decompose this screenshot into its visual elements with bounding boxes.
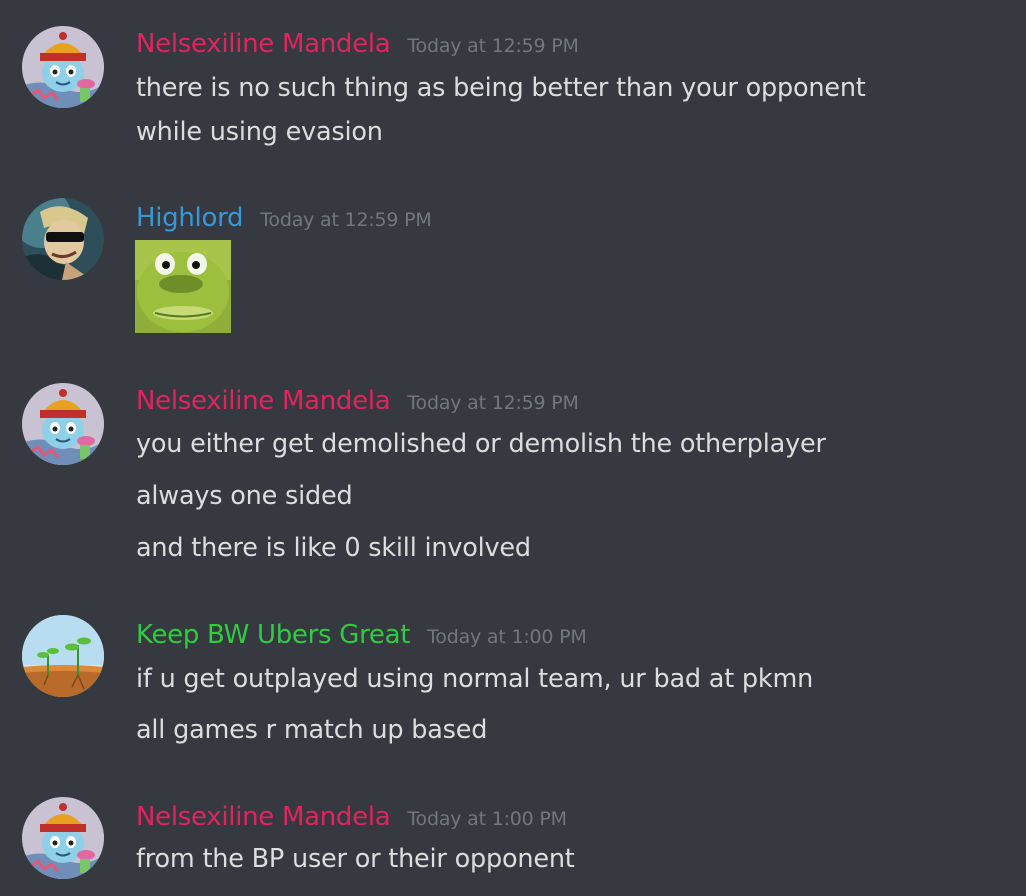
green-face-emoji-image[interactable] (135, 240, 231, 333)
message-text: you either get demolished or demolish th… (136, 429, 826, 459)
message-text: all games r match up based (136, 715, 488, 745)
username[interactable]: Keep BW Ubers Great (136, 617, 410, 653)
nelsexiline-avatar-icon[interactable] (22, 797, 104, 879)
timestamp: Today at 1:00 PM (407, 808, 567, 830)
message-header: Nelsexiline Mandela Today at 12:59 PM (136, 26, 579, 62)
timestamp: Today at 12:59 PM (407, 35, 579, 57)
timestamp: Today at 1:00 PM (427, 626, 587, 648)
timestamp: Today at 12:59 PM (260, 209, 432, 231)
nelsexiline-avatar-icon[interactable] (22, 383, 104, 465)
nelsexiline-avatar-icon[interactable] (22, 26, 104, 108)
message-text: if u get outplayed using normal team, ur… (136, 664, 814, 694)
message-text: from the BP user or their opponent (136, 844, 575, 874)
message-text: while using evasion (136, 117, 383, 147)
highlord-avatar-icon[interactable] (22, 198, 104, 280)
message-header: Nelsexiline Mandela Today at 12:59 PM (136, 383, 579, 419)
sprout-avatar-icon[interactable] (22, 615, 104, 697)
username[interactable]: Nelsexiline Mandela (136, 26, 391, 62)
message-text: there is no such thing as being better t… (136, 73, 866, 103)
message-header: Highlord Today at 12:59 PM (136, 200, 432, 236)
username[interactable]: Highlord (136, 200, 244, 236)
message-text: and there is like 0 skill involved (136, 533, 531, 563)
username[interactable]: Nelsexiline Mandela (136, 383, 391, 419)
username[interactable]: Nelsexiline Mandela (136, 799, 391, 835)
message-header: Nelsexiline Mandela Today at 1:00 PM (136, 799, 567, 835)
timestamp: Today at 12:59 PM (407, 392, 579, 414)
message-text: always one sided (136, 481, 353, 511)
chat-message-list: Nelsexiline Mandela Today at 12:59 PM th… (0, 0, 1026, 896)
message-header: Keep BW Ubers Great Today at 1:00 PM (136, 617, 587, 653)
